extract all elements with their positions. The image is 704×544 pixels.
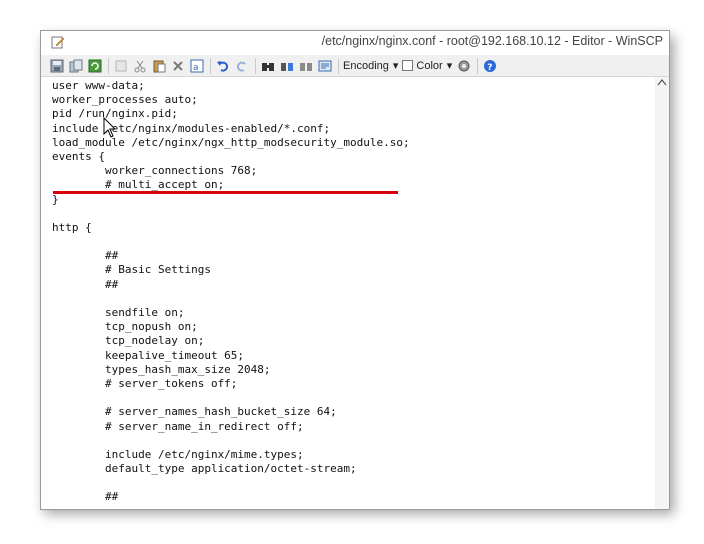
code-line: http { (52, 220, 92, 234)
code-line: # server_tokens off; (52, 376, 238, 390)
editor-window: /etc/nginx/nginx.conf - root@192.168.10.… (40, 30, 670, 510)
window-title: /etc/nginx/nginx.conf - root@192.168.10.… (321, 34, 663, 48)
find-icon[interactable] (260, 58, 276, 74)
toolbar-separator (210, 57, 211, 74)
cut-icon[interactable] (132, 58, 148, 74)
copy-icon[interactable] (68, 58, 84, 74)
editor-toolbar: a Encoding ▾ Color ▾ ? (41, 55, 669, 77)
goto-line-icon[interactable] (317, 58, 333, 74)
code-line: } (52, 192, 59, 206)
document-edit-icon (51, 36, 65, 49)
code-line: tcp_nopush on; (52, 320, 198, 334)
find-next-icon[interactable] (298, 58, 314, 74)
reload-icon[interactable] (87, 58, 103, 74)
toolbar-separator (338, 57, 339, 74)
scroll-up-arrow-icon[interactable] (657, 77, 667, 89)
code-line: ## (52, 490, 119, 504)
help-icon[interactable]: ? (482, 58, 498, 74)
toolbar-separator (255, 57, 256, 74)
code-line: keepalive_timeout 65; (52, 348, 245, 362)
code-lines: user www-data; worker_processes auto; pid … (52, 79, 410, 505)
code-line: include /etc/nginx/mime.types; (52, 447, 304, 461)
chevron-down-icon[interactable]: ▾ (447, 59, 453, 72)
code-line: sendfile on; (52, 306, 185, 319)
text-editor-area[interactable]: user www-data; worker_processes auto; pid … (41, 77, 669, 509)
code-line: # server_names_hash_bucket_size 64; (52, 405, 337, 419)
code-line: ## (52, 249, 119, 263)
settings-icon[interactable] (456, 58, 472, 74)
code-line: types_hash_max_size 2048; (52, 362, 271, 376)
color-menu[interactable]: Color (416, 60, 442, 72)
code-line: default_type application/octet-stream; (52, 462, 357, 476)
code-line: worker_processes auto; (52, 93, 198, 107)
select-all-icon[interactable]: a (189, 58, 205, 74)
redo-icon[interactable] (234, 58, 250, 74)
vertical-scrollbar[interactable] (655, 77, 669, 509)
chevron-down-icon[interactable]: ▾ (393, 59, 399, 72)
code-line: worker_connections 768; (52, 164, 258, 178)
encoding-menu[interactable]: Encoding (343, 60, 389, 72)
code-line: # server_name_in_redirect off; (52, 419, 304, 433)
code-line: # Basic Settings (52, 263, 211, 277)
code-line: ## (52, 277, 119, 291)
toolbar-separator (477, 57, 479, 74)
delete-icon[interactable] (170, 58, 186, 74)
replace-icon[interactable] (279, 58, 295, 74)
save-icon[interactable] (49, 58, 65, 74)
copy-disabled-icon[interactable] (113, 58, 129, 74)
paste-icon[interactable] (151, 58, 167, 74)
code-line: tcp_nodelay on; (52, 334, 205, 348)
mouse-pointer-icon (103, 117, 117, 138)
code-line: events { (52, 149, 105, 163)
code-line: user www-data; (52, 79, 145, 92)
svg-text:?: ? (487, 63, 492, 73)
highlight-underline (53, 191, 398, 194)
color-checkbox[interactable] (402, 60, 414, 71)
title-bar[interactable]: /etc/nginx/nginx.conf - root@192.168.10.… (41, 31, 669, 55)
toolbar-separator (108, 57, 109, 74)
svg-text:a: a (193, 63, 199, 73)
undo-icon[interactable] (215, 58, 231, 74)
